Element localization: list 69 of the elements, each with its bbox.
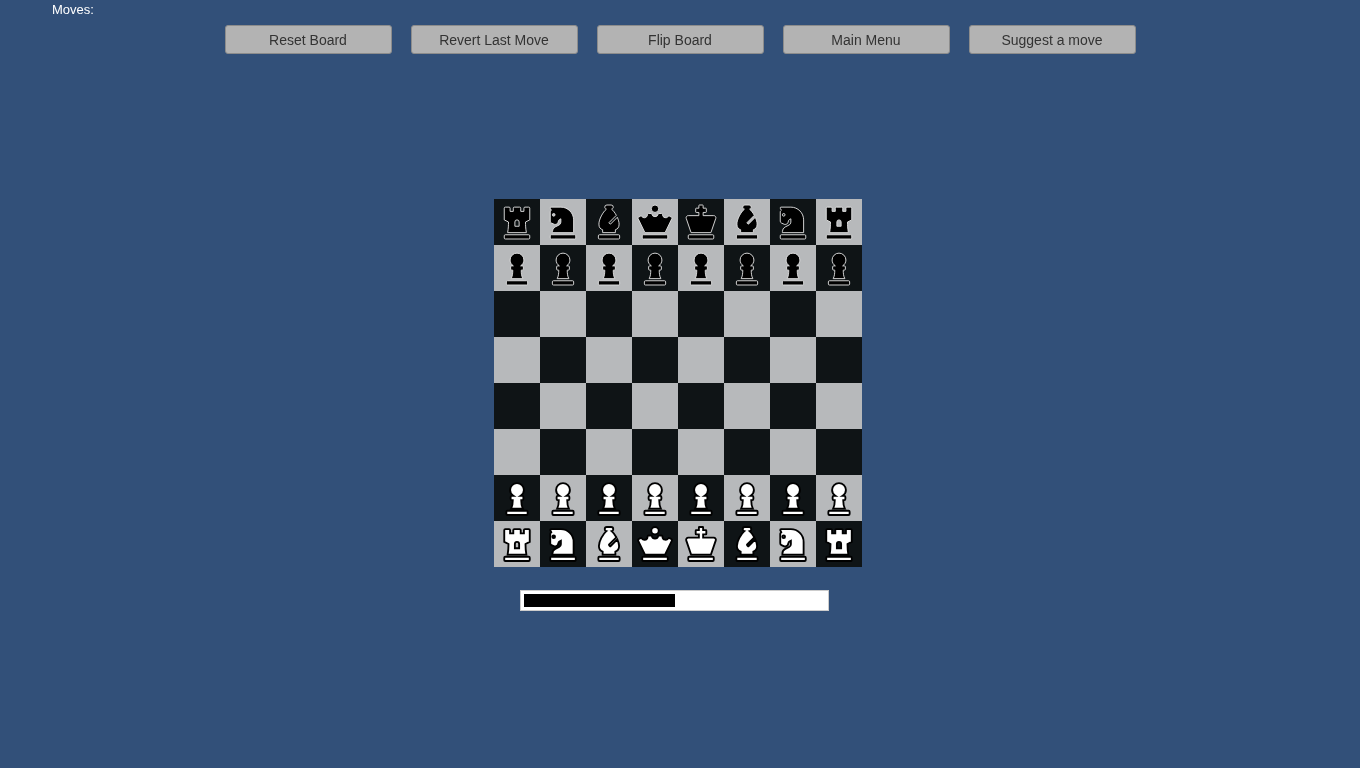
- moves-label: Moves:: [52, 2, 94, 17]
- board-square[interactable]: [815, 199, 862, 245]
- board-square[interactable]: [539, 245, 586, 291]
- board-square[interactable]: [493, 245, 540, 291]
- board-square[interactable]: [493, 521, 540, 567]
- board-square[interactable]: [539, 291, 586, 337]
- board-square[interactable]: [677, 429, 724, 475]
- board-square[interactable]: [631, 199, 678, 245]
- board-square[interactable]: [585, 337, 632, 383]
- toolbar-button[interactable]: Main Menu: [782, 25, 950, 54]
- board-square[interactable]: [723, 291, 770, 337]
- board-square[interactable]: [493, 199, 540, 245]
- board-square[interactable]: [677, 291, 724, 337]
- queen-icon[interactable]: [637, 527, 672, 561]
- board-square[interactable]: [631, 245, 678, 291]
- board-square[interactable]: [631, 429, 678, 475]
- board-square[interactable]: [585, 199, 632, 245]
- board-square[interactable]: [631, 475, 678, 521]
- board-square[interactable]: [631, 337, 678, 383]
- board-square[interactable]: [677, 521, 724, 567]
- board-square[interactable]: [815, 337, 862, 383]
- board-square[interactable]: [585, 475, 632, 521]
- board-square[interactable]: [631, 521, 678, 567]
- board-square[interactable]: [723, 199, 770, 245]
- board-square[interactable]: [493, 475, 540, 521]
- board-square[interactable]: [677, 245, 724, 291]
- board-square[interactable]: [769, 429, 816, 475]
- board-square[interactable]: [723, 475, 770, 521]
- toolbar-button[interactable]: Suggest a move: [968, 25, 1136, 54]
- board-square[interactable]: [815, 429, 862, 475]
- board-square[interactable]: [677, 199, 724, 245]
- board-square[interactable]: [723, 521, 770, 567]
- toolbar-button[interactable]: Flip Board: [596, 25, 764, 54]
- board-square[interactable]: [769, 245, 816, 291]
- board-square[interactable]: [769, 291, 816, 337]
- board-square[interactable]: [815, 475, 862, 521]
- board-square[interactable]: [769, 199, 816, 245]
- board-square[interactable]: [677, 337, 724, 383]
- board-square[interactable]: [815, 245, 862, 291]
- board-square[interactable]: [585, 521, 632, 567]
- board-square[interactable]: [815, 383, 862, 429]
- board-square[interactable]: [769, 337, 816, 383]
- board-square[interactable]: [631, 291, 678, 337]
- board-square[interactable]: [539, 475, 586, 521]
- board-square[interactable]: [539, 199, 586, 245]
- board-square[interactable]: [539, 429, 586, 475]
- board-square[interactable]: [815, 291, 862, 337]
- board-square[interactable]: [723, 337, 770, 383]
- board-square[interactable]: [677, 383, 724, 429]
- board-square[interactable]: [723, 245, 770, 291]
- board-square[interactable]: [769, 521, 816, 567]
- board-square[interactable]: [539, 337, 586, 383]
- board-square[interactable]: [539, 521, 586, 567]
- board-square[interactable]: [769, 383, 816, 429]
- board-square[interactable]: [815, 521, 862, 567]
- toolbar-button[interactable]: Revert Last Move: [410, 25, 578, 54]
- board-square[interactable]: [723, 429, 770, 475]
- board-square[interactable]: [585, 245, 632, 291]
- board-square[interactable]: [585, 383, 632, 429]
- toolbar-button[interactable]: Reset Board: [224, 25, 392, 54]
- board-square[interactable]: [723, 383, 770, 429]
- board-square[interactable]: [585, 291, 632, 337]
- board-square[interactable]: [769, 475, 816, 521]
- board-square[interactable]: [677, 475, 724, 521]
- board-square[interactable]: [631, 383, 678, 429]
- board-square[interactable]: [585, 429, 632, 475]
- king-icon[interactable]: [683, 205, 718, 239]
- board-square[interactable]: [539, 383, 586, 429]
- king-icon[interactable]: [683, 527, 718, 561]
